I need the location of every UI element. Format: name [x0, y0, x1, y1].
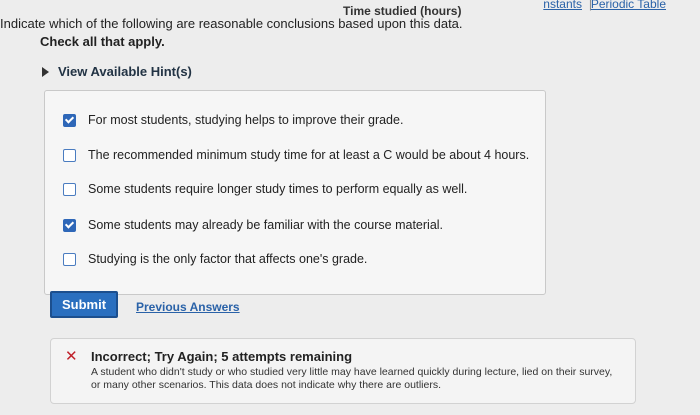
feedback-text: A student who didn't study or who studie…: [91, 366, 613, 391]
view-hints-label: View Available Hint(s): [58, 64, 192, 79]
previous-answers-link[interactable]: Previous Answers: [136, 300, 240, 314]
checkbox-checked-icon[interactable]: [63, 218, 76, 232]
x-icon: ✕: [65, 348, 78, 365]
option-3[interactable]: Some students require longer study times…: [63, 182, 467, 196]
question-instruction: Check all that apply.: [40, 34, 165, 49]
option-2[interactable]: The recommended minimum study time for a…: [63, 148, 529, 162]
question-text: Indicate which of the following are reas…: [0, 16, 463, 31]
option-label: Some students require longer study times…: [88, 182, 468, 196]
option-label: The recommended minimum study time for a…: [88, 148, 530, 162]
option-4[interactable]: Some students may already be familiar wi…: [63, 218, 443, 232]
checkbox-icon[interactable]: [63, 182, 76, 196]
view-hints-toggle[interactable]: View Available Hint(s): [42, 64, 192, 79]
answer-options: For most students, studying helps to imp…: [44, 90, 546, 295]
feedback-title: Incorrect; Try Again; 5 attempts remaini…: [91, 349, 353, 364]
checkbox-checked-icon[interactable]: [63, 113, 76, 127]
option-5[interactable]: Studying is the only factor that affects…: [63, 252, 367, 266]
triangle-right-icon: [42, 66, 49, 77]
submit-button[interactable]: Submit: [50, 291, 119, 318]
option-label: For most students, studying helps to imp…: [88, 113, 404, 127]
option-1[interactable]: For most students, studying helps to imp…: [63, 113, 403, 127]
constants-link[interactable]: nstants: [543, 0, 582, 11]
feedback-panel: ✕ Incorrect; Try Again; 5 attempts remai…: [50, 338, 636, 404]
option-label: Studying is the only factor that affects…: [88, 252, 368, 266]
checkbox-icon[interactable]: [63, 252, 76, 266]
periodic-table-link[interactable]: Periodic Table: [591, 0, 666, 11]
option-label: Some students may already be familiar wi…: [88, 218, 444, 232]
checkbox-icon[interactable]: [63, 148, 76, 162]
